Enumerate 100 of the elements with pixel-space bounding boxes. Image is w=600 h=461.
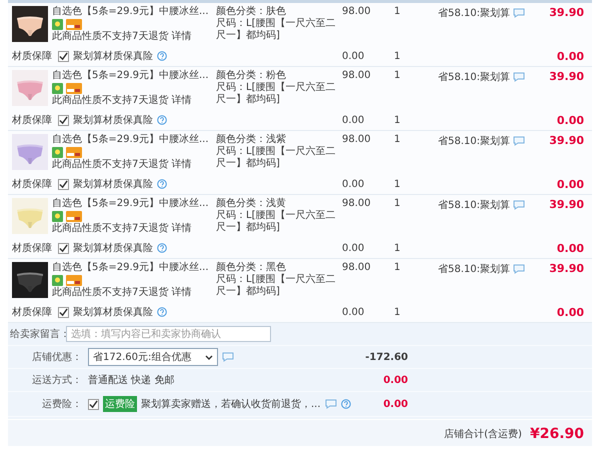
insurance-name: 聚划算材质保真险	[73, 242, 153, 255]
checkbox[interactable]	[58, 114, 69, 126]
product-title[interactable]: 自选色【5条=29.9元】中腰冰丝...	[52, 6, 209, 18]
detail-link[interactable]: 详情	[172, 31, 192, 42]
checkbox[interactable]	[58, 178, 69, 190]
checkbox[interactable]	[58, 242, 69, 254]
help-icon[interactable]	[340, 399, 351, 409]
card-icon	[66, 147, 82, 158]
chat-icon[interactable]	[513, 264, 525, 274]
item-total: 0.00	[556, 114, 585, 126]
return-note: 此商品性质不支持7天退货	[52, 287, 168, 298]
product-title[interactable]: 自选色【5条=29.9元】中腰冰丝...	[52, 70, 209, 82]
savings-text: 省58.10:聚划算	[438, 198, 510, 212]
help-icon[interactable]	[157, 115, 167, 125]
quantity: 1	[394, 306, 402, 318]
return-note: 此商品性质不支持7天退货	[52, 31, 168, 42]
detail-link[interactable]: 详情	[172, 159, 192, 170]
insurance-text: 聚划算卖家赠送，若确认收货前退货，...	[141, 398, 321, 411]
quantity: 1	[394, 6, 402, 17]
unit-price: 98.00	[342, 70, 372, 81]
sku-color: 颜色分类：浅黄	[216, 198, 287, 210]
sku-color: 颜色分类：肤色	[216, 6, 287, 18]
unit-price: 98.00	[342, 6, 372, 17]
chat-icon[interactable]	[513, 200, 525, 210]
return-note: 此商品性质不支持7天退货	[52, 159, 168, 170]
product-title[interactable]: 自选色【5条=29.9元】中腰冰丝...	[52, 198, 209, 210]
unit-price: 0.00	[342, 50, 366, 62]
product-title[interactable]: 自选色【5条=29.9元】中腰冰丝...	[52, 134, 209, 146]
checkbox[interactable]	[58, 50, 69, 62]
quantity: 1	[394, 262, 402, 273]
quantity: 1	[394, 242, 402, 254]
message-field[interactable]: 选填：填写内容已和卖家协商确认	[66, 326, 271, 342]
card-icon	[66, 275, 82, 286]
item-total: 39.90	[548, 70, 585, 83]
item-total: 0.00	[556, 50, 585, 62]
card-icon	[66, 211, 82, 222]
unit-price: 98.00	[342, 134, 372, 145]
quantity: 1	[394, 50, 402, 62]
delivery-fee: 0.00	[382, 374, 408, 386]
item-total: 0.00	[556, 242, 585, 254]
insurance-name: 聚划算材质保真险	[73, 50, 153, 63]
help-icon[interactable]	[157, 179, 167, 189]
unit-price: 98.00	[342, 198, 372, 209]
badge-icon	[52, 147, 63, 158]
savings-text: 省58.10:聚划算	[438, 6, 510, 20]
chevron-down-icon	[205, 354, 214, 360]
unit-price: 0.00	[342, 242, 366, 254]
store-total: ¥26.90	[530, 426, 584, 442]
badge-icon	[52, 83, 63, 94]
product-title[interactable]: 自选色【5条=29.9元】中腰冰丝...	[52, 262, 209, 274]
card-icon	[66, 83, 82, 94]
detail-link[interactable]: 详情	[172, 287, 192, 298]
savings-text: 省58.10:聚划算	[438, 262, 510, 276]
return-note: 此商品性质不支持7天退货	[52, 223, 168, 234]
chat-icon[interactable]	[222, 352, 234, 362]
insurance-name: 聚划算材质保真险	[73, 306, 153, 319]
help-icon[interactable]	[157, 51, 167, 61]
item-total: 39.90	[548, 134, 585, 147]
sku-size: 尺码：L[腰围【一尺六至二尺一】都均码]	[216, 82, 336, 106]
discount-value: -172.60	[364, 352, 408, 362]
item-total: 39.90	[548, 198, 585, 211]
detail-link[interactable]: 详情	[172, 95, 192, 106]
sku-size: 尺码：L[腰围【一尺六至二尺一】都均码]	[216, 146, 336, 170]
insurance-label: 材质保障	[11, 242, 53, 255]
savings-text: 省58.10:聚划算	[438, 70, 510, 84]
help-icon[interactable]	[157, 243, 167, 253]
sku-color: 颜色分类：粉色	[216, 70, 287, 82]
insurance-badge: 运费险	[103, 396, 137, 412]
insurance-label: 材质保障	[11, 50, 53, 63]
item-total: 39.90	[548, 262, 585, 275]
insurance-label: 材质保障	[11, 306, 53, 319]
badge-icon	[52, 211, 63, 222]
sku-size: 尺码：L[腰围【一尺六至二尺一】都均码]	[216, 274, 336, 298]
discount-dropdown[interactable]: 省172.60元:组合优惠	[88, 348, 218, 366]
sku-color: 颜色分类：黑色	[216, 262, 287, 274]
insurance-name: 聚划算材质保真险	[73, 114, 153, 127]
return-note: 此商品性质不支持7天退货	[52, 95, 168, 106]
sku-size: 尺码：L[腰围【一尺六至二尺一】都均码]	[216, 18, 336, 42]
unit-price: 0.00	[342, 178, 366, 190]
savings-text: 省58.10:聚划算	[438, 134, 510, 148]
store-total-label: 店铺合计(含运费)	[444, 428, 522, 441]
item-total: 0.00	[556, 306, 585, 318]
sku-size: 尺码：L[腰围【一尺六至二尺一】都均码]	[216, 210, 336, 234]
message-label: 给卖家留言：	[9, 328, 66, 341]
checkbox[interactable]	[58, 306, 69, 318]
detail-link[interactable]: 详情	[172, 223, 192, 234]
chat-icon[interactable]	[324, 399, 337, 409]
chat-icon[interactable]	[513, 136, 525, 146]
chat-icon[interactable]	[513, 8, 525, 18]
item-total: 39.90	[548, 6, 585, 19]
shipping-insurance-label: 运费险：	[41, 398, 83, 411]
unit-price: 0.00	[342, 306, 366, 318]
delivery-label: 运送方式：	[31, 374, 83, 387]
checkbox[interactable]	[88, 398, 99, 410]
chat-icon[interactable]	[513, 72, 525, 82]
quantity: 1	[394, 134, 402, 145]
insurance-label: 材质保障	[11, 114, 53, 127]
quantity: 1	[394, 114, 402, 126]
help-icon[interactable]	[157, 307, 167, 317]
badge-icon	[52, 275, 63, 286]
